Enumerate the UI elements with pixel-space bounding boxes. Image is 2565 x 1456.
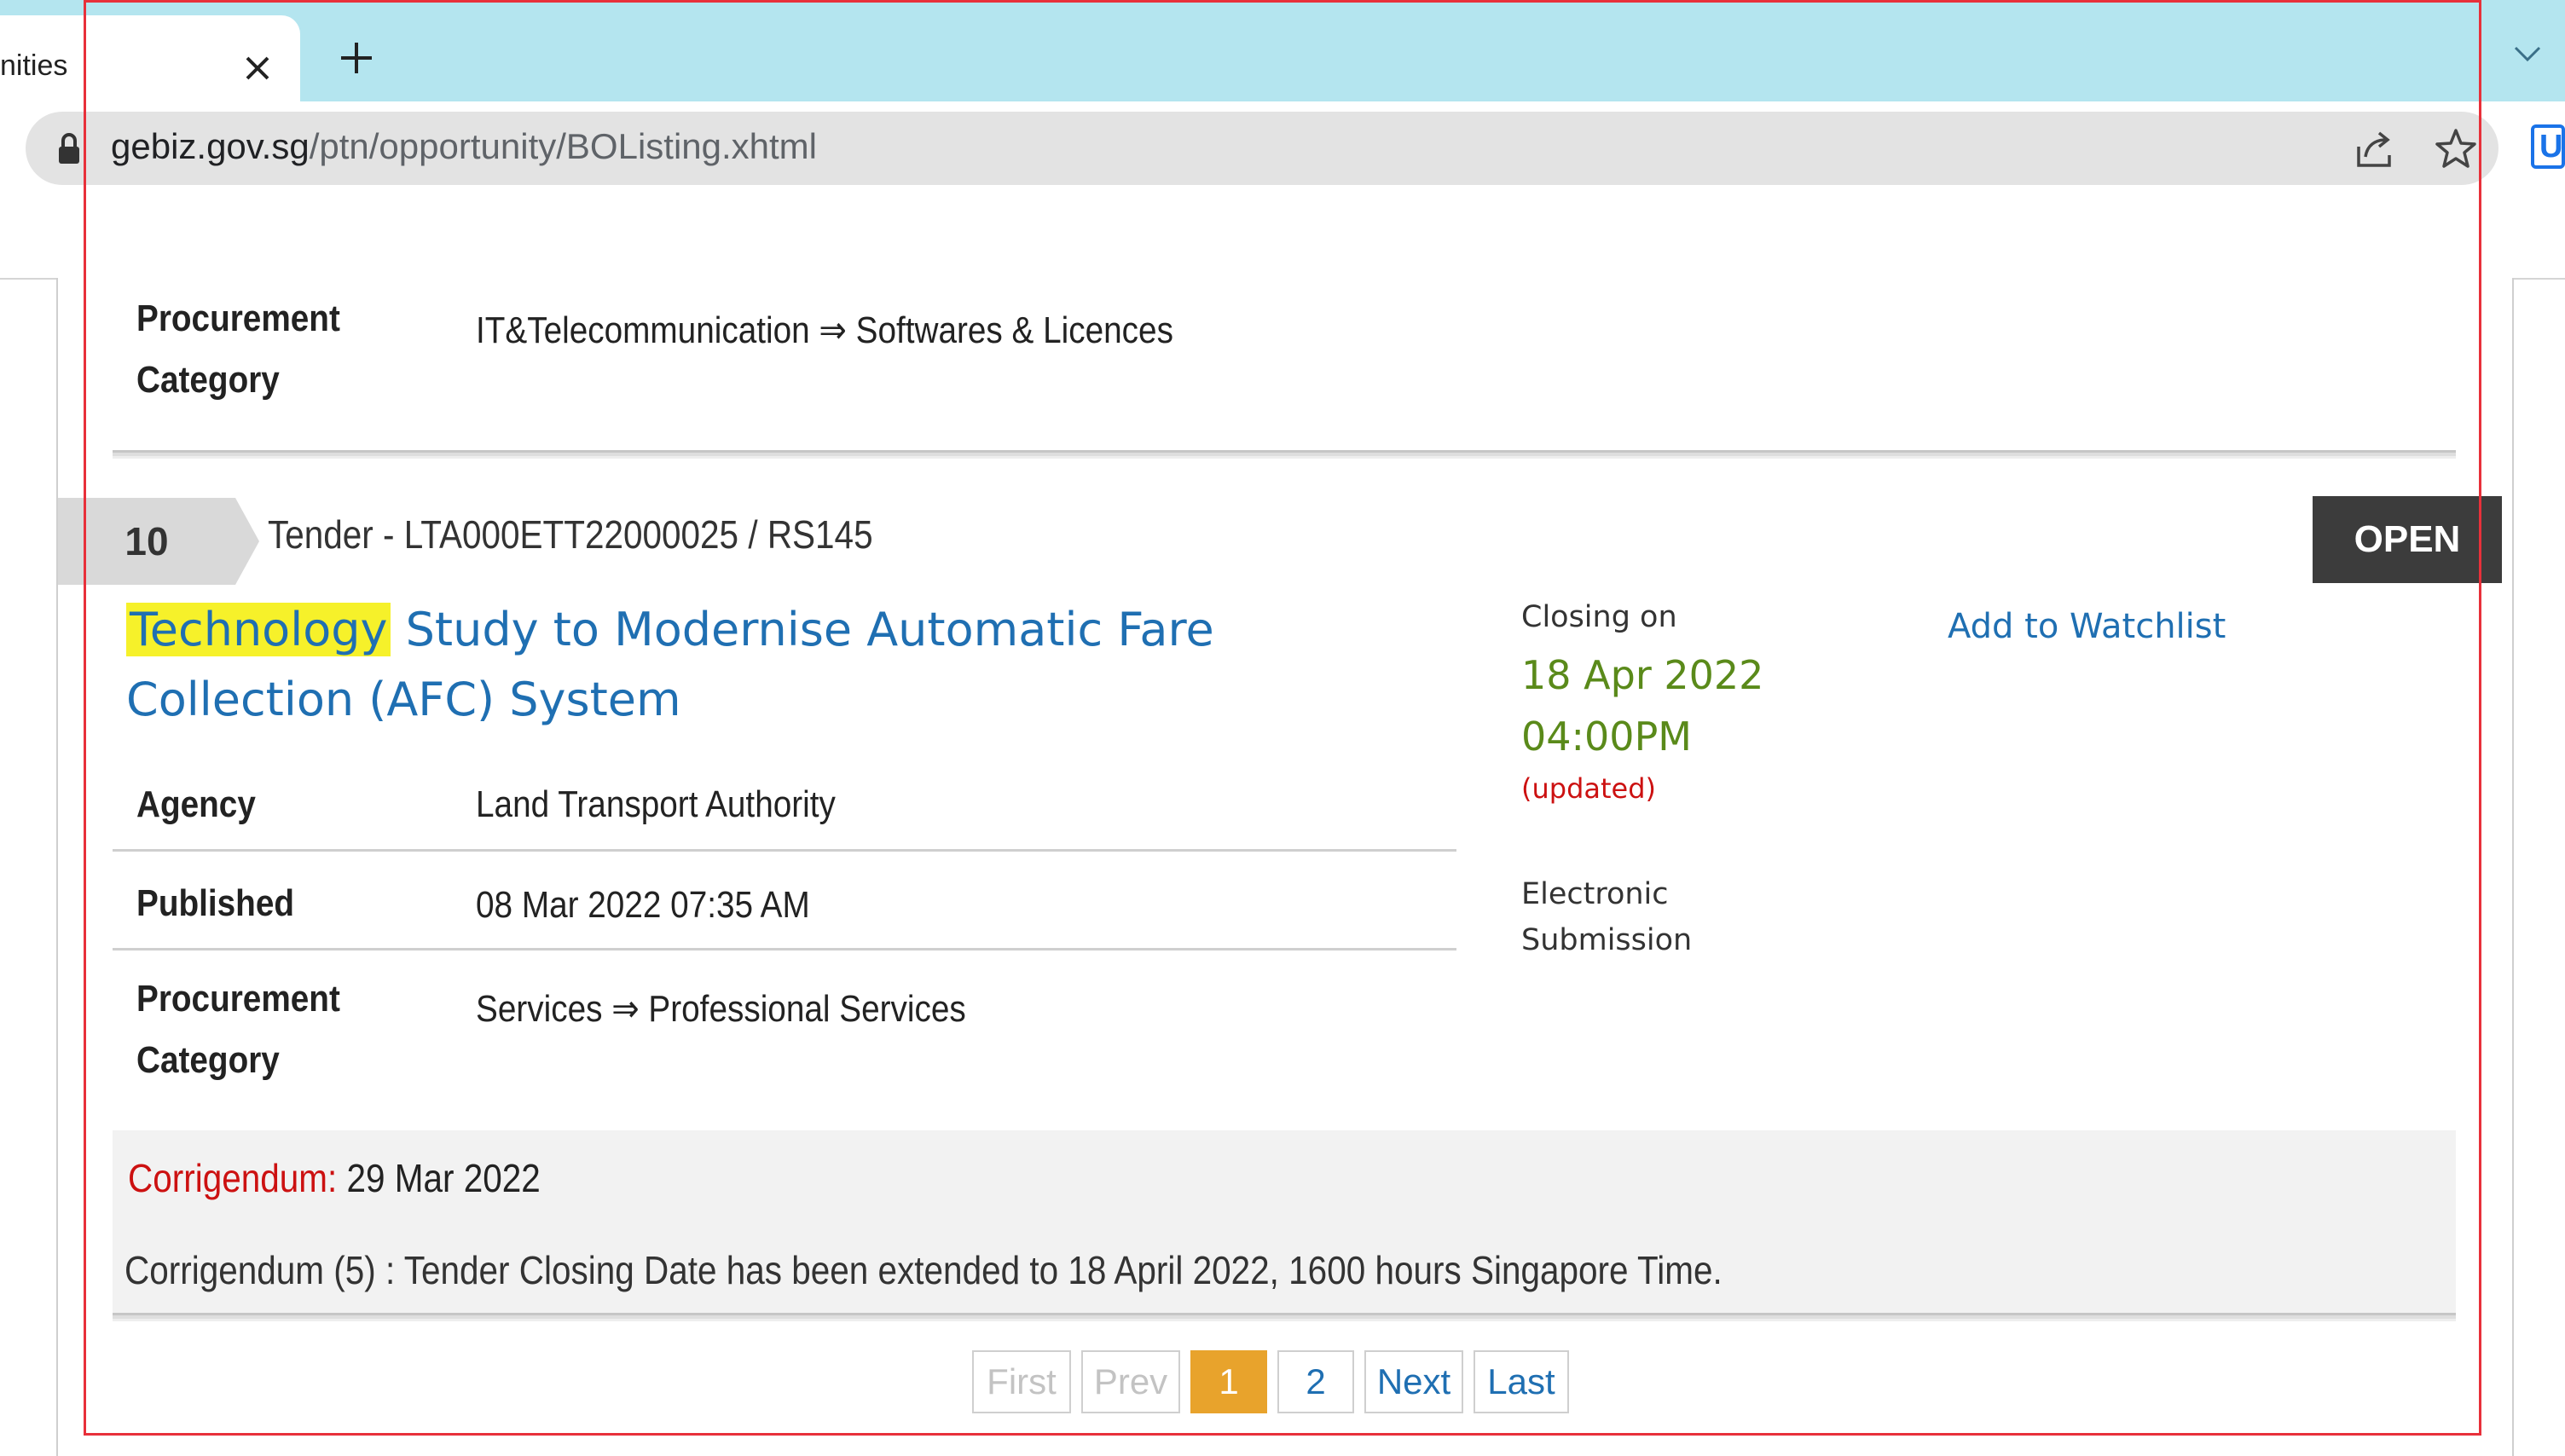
corrigendum-date: 29 Mar 2022 — [346, 1156, 541, 1200]
listing-number: 10 — [124, 519, 169, 563]
item-divider — [113, 450, 2456, 459]
prev-category-label: Procurement Category — [136, 298, 340, 401]
pagination-first[interactable]: First — [972, 1350, 1071, 1413]
closing-updated-note: (updated) — [1521, 772, 1657, 805]
closing-label: Closing on — [1521, 600, 1677, 634]
tab-title: nities — [0, 49, 68, 82]
pagination-prev[interactable]: Prev — [1081, 1350, 1180, 1413]
category-value: Services ⇒ Professional Services — [476, 988, 966, 1030]
published-value: 08 Mar 2022 07:35 AM — [476, 884, 810, 926]
agency-value: Land Transport Authority — [476, 783, 836, 825]
closing-datetime: 18 Apr 2022 04:00PM — [1521, 644, 1763, 767]
add-to-watchlist-link[interactable]: Add to Watchlist — [1948, 607, 2226, 646]
pagination-next[interactable]: Next — [1364, 1350, 1463, 1413]
active-tab[interactable]: nities — [0, 15, 300, 101]
prev-category-value: IT&Telecommunication ⇒ Softwares & Licen… — [476, 309, 1173, 351]
listing-title-link[interactable]: Technology Study to Modernise Automatic … — [126, 595, 1456, 735]
row-divider — [113, 849, 1456, 852]
tender-reference: Tender - LTA000ETT22000025 / RS145 — [268, 512, 873, 557]
agency-label: Agency — [136, 783, 256, 825]
corrigendum-text: Corrigendum (5) : Tender Closing Date ha… — [124, 1248, 1723, 1292]
listing-content: Procurement Category IT&Telecommunicatio… — [56, 278, 2514, 1456]
closing-time: 04:00PM — [1521, 714, 1692, 760]
category-label: Procurement Category — [136, 978, 340, 1081]
status-badge: OPEN — [2313, 496, 2502, 583]
address-url[interactable]: gebiz.gov.sg/ptn/opportunity/BOListing.x… — [111, 126, 817, 167]
row-divider — [113, 948, 1456, 950]
chevron-down-icon[interactable] — [2512, 41, 2543, 66]
pagination-last[interactable]: Last — [1474, 1350, 1569, 1413]
published-label: Published — [136, 882, 295, 924]
tab-strip — [0, 0, 2565, 101]
closing-date: 18 Apr 2022 — [1521, 652, 1764, 698]
extension-icon[interactable]: U — [2531, 124, 2565, 169]
lock-icon[interactable] — [56, 131, 82, 165]
pagination-page-1[interactable]: 1 — [1190, 1350, 1267, 1413]
star-icon[interactable] — [2434, 126, 2478, 170]
pagination-page-2[interactable]: 2 — [1277, 1350, 1354, 1413]
new-tab-icon[interactable] — [334, 36, 379, 80]
url-path: /ptn/opportunity/BOListing.xhtml — [309, 126, 818, 166]
url-domain: gebiz.gov.sg — [111, 126, 310, 166]
corrigendum-heading: Corrigendum: 29 Mar 2022 — [128, 1147, 541, 1209]
share-icon[interactable] — [2352, 128, 2396, 170]
submission-type: Electronic Submission — [1521, 877, 1693, 957]
corrigendum-label: Corrigendum: — [128, 1156, 338, 1200]
item-divider — [113, 1313, 2456, 1321]
title-highlight: Technology — [126, 603, 391, 656]
close-icon[interactable] — [240, 51, 275, 85]
listing-number-arrow — [235, 498, 259, 585]
